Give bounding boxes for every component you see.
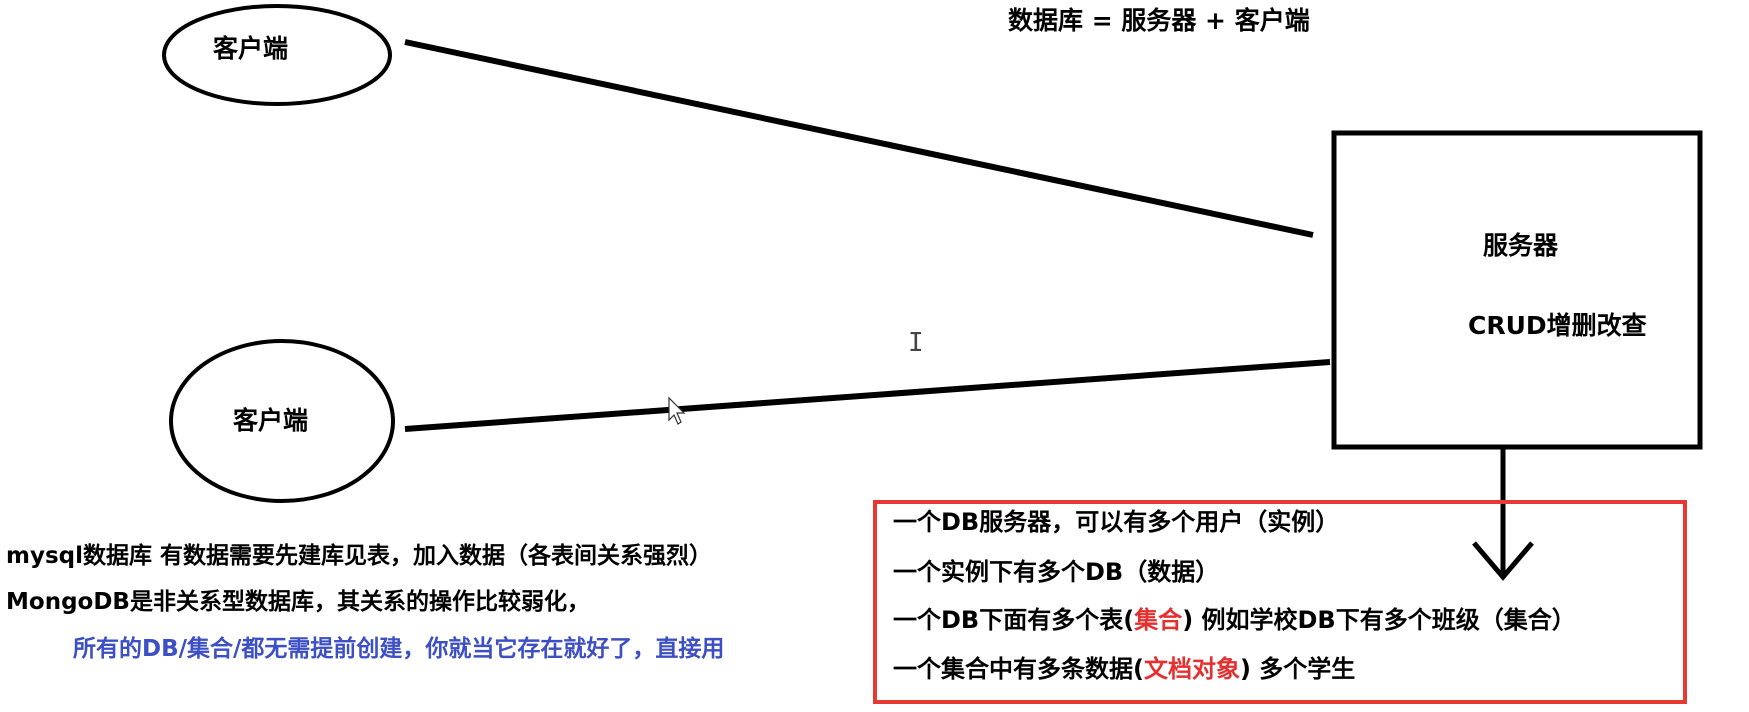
server-box <box>1331 130 1703 450</box>
server-crud-label: CRUD增删改查 <box>1468 311 1647 340</box>
text-cursor-icon: I <box>908 328 924 358</box>
box-note-collection-docs-highlight: 文档对象 <box>1143 655 1240 683</box>
connection-line-top <box>404 39 1314 238</box>
box-note-collection-docs-a: 一个集合中有多条数据( <box>893 655 1144 683</box>
box-note-db-tables-a: 一个DB下面有多个表( <box>893 606 1135 634</box>
box-note-collection-docs-c: ) 多个学生 <box>1239 655 1356 683</box>
client-top-label: 客户端 <box>213 34 289 63</box>
box-note-db-tables-c: ) 例如学校DB下有多个班级（集合） <box>1182 606 1576 634</box>
box-note-db-tables-highlight: 集合 <box>1134 606 1183 634</box>
box-note-collection-docs: 一个集合中有多条数据(文档对象) 多个学生 <box>893 657 1355 681</box>
box-note-db-tables: 一个DB下面有多个表(集合) 例如学校DB下有多个班级（集合） <box>893 608 1576 632</box>
box-note-server-users: 一个DB服务器，可以有多个用户（实例） <box>893 508 1340 536</box>
server-label: 服务器 <box>1483 231 1559 260</box>
mouse-pointer-icon <box>668 396 686 425</box>
connection-line-bottom <box>404 359 1331 432</box>
client-bottom-label: 客户端 <box>233 406 309 435</box>
note-no-precreate: 所有的DB/集合/都无需提前创建，你就当它存在就好了，直接用 <box>73 636 725 662</box>
page-title: 数据库 = 服务器 + 客户端 <box>1008 6 1310 35</box>
note-mysql: mysql数据库 有数据需要先建库见表，加入数据（各表间关系强烈） <box>6 543 713 569</box>
box-note-instance-db: 一个实例下有多个DB（数据） <box>893 558 1220 586</box>
note-mongodb: MongoDB是非关系型数据库，其关系的操作比较弱化， <box>6 589 590 615</box>
